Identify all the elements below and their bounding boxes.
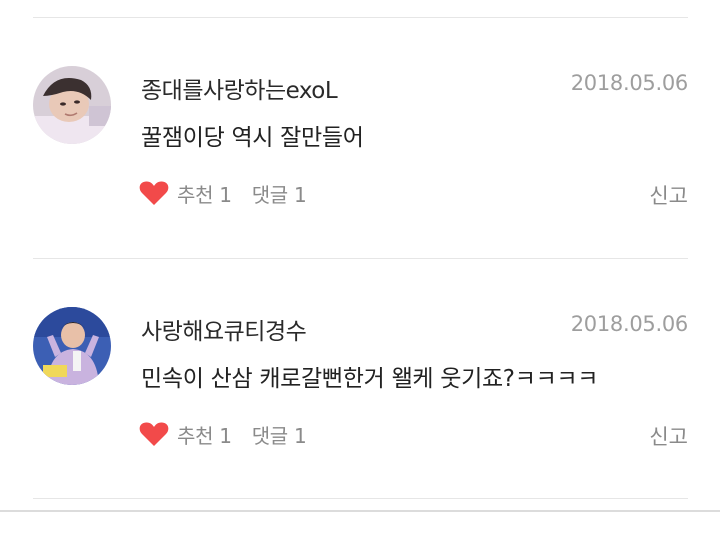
bottom-divider (0, 510, 720, 512)
heart-icon[interactable] (139, 180, 169, 206)
username[interactable]: 종대를사랑하는exoL (141, 71, 338, 105)
top-divider (33, 17, 688, 18)
avatar-photo (33, 66, 111, 144)
comment-date: 2018.05.06 (570, 71, 689, 95)
like-count-button[interactable]: 추천 1 (177, 179, 232, 208)
avatar-photo (33, 307, 111, 385)
heart-icon[interactable] (139, 421, 169, 447)
reply-count-button[interactable]: 댓글 1 (252, 420, 307, 449)
comment-item: 종대를사랑하는exoL 2018.05.06 꿀잼이당 역시 잘만들어 추천 1… (0, 66, 720, 266)
comment-text: 민속이 산삼 캐로갈뻔한거 왤케 웃기죠?ㅋㅋㅋㅋ (141, 366, 599, 392)
comment-text: 꿀잼이당 역시 잘만들어 (141, 125, 364, 151)
avatar[interactable] (33, 66, 111, 144)
comment-item: 사랑해요큐티경수 2018.05.06 민속이 산삼 캐로갈뻔한거 왤케 웃기죠… (0, 307, 720, 507)
report-button[interactable]: 신고 (649, 180, 688, 210)
like-count-button[interactable]: 추천 1 (177, 420, 232, 449)
comment-actions: 추천 1 댓글 1 (139, 178, 307, 208)
avatar[interactable] (33, 307, 111, 385)
comment-date: 2018.05.06 (570, 312, 689, 336)
reply-count-button[interactable]: 댓글 1 (252, 179, 307, 208)
report-button[interactable]: 신고 (649, 421, 688, 451)
comment-actions: 추천 1 댓글 1 (139, 419, 307, 449)
comment-divider (33, 258, 688, 259)
comment-divider (33, 498, 688, 499)
username[interactable]: 사랑해요큐티경수 (141, 312, 307, 346)
